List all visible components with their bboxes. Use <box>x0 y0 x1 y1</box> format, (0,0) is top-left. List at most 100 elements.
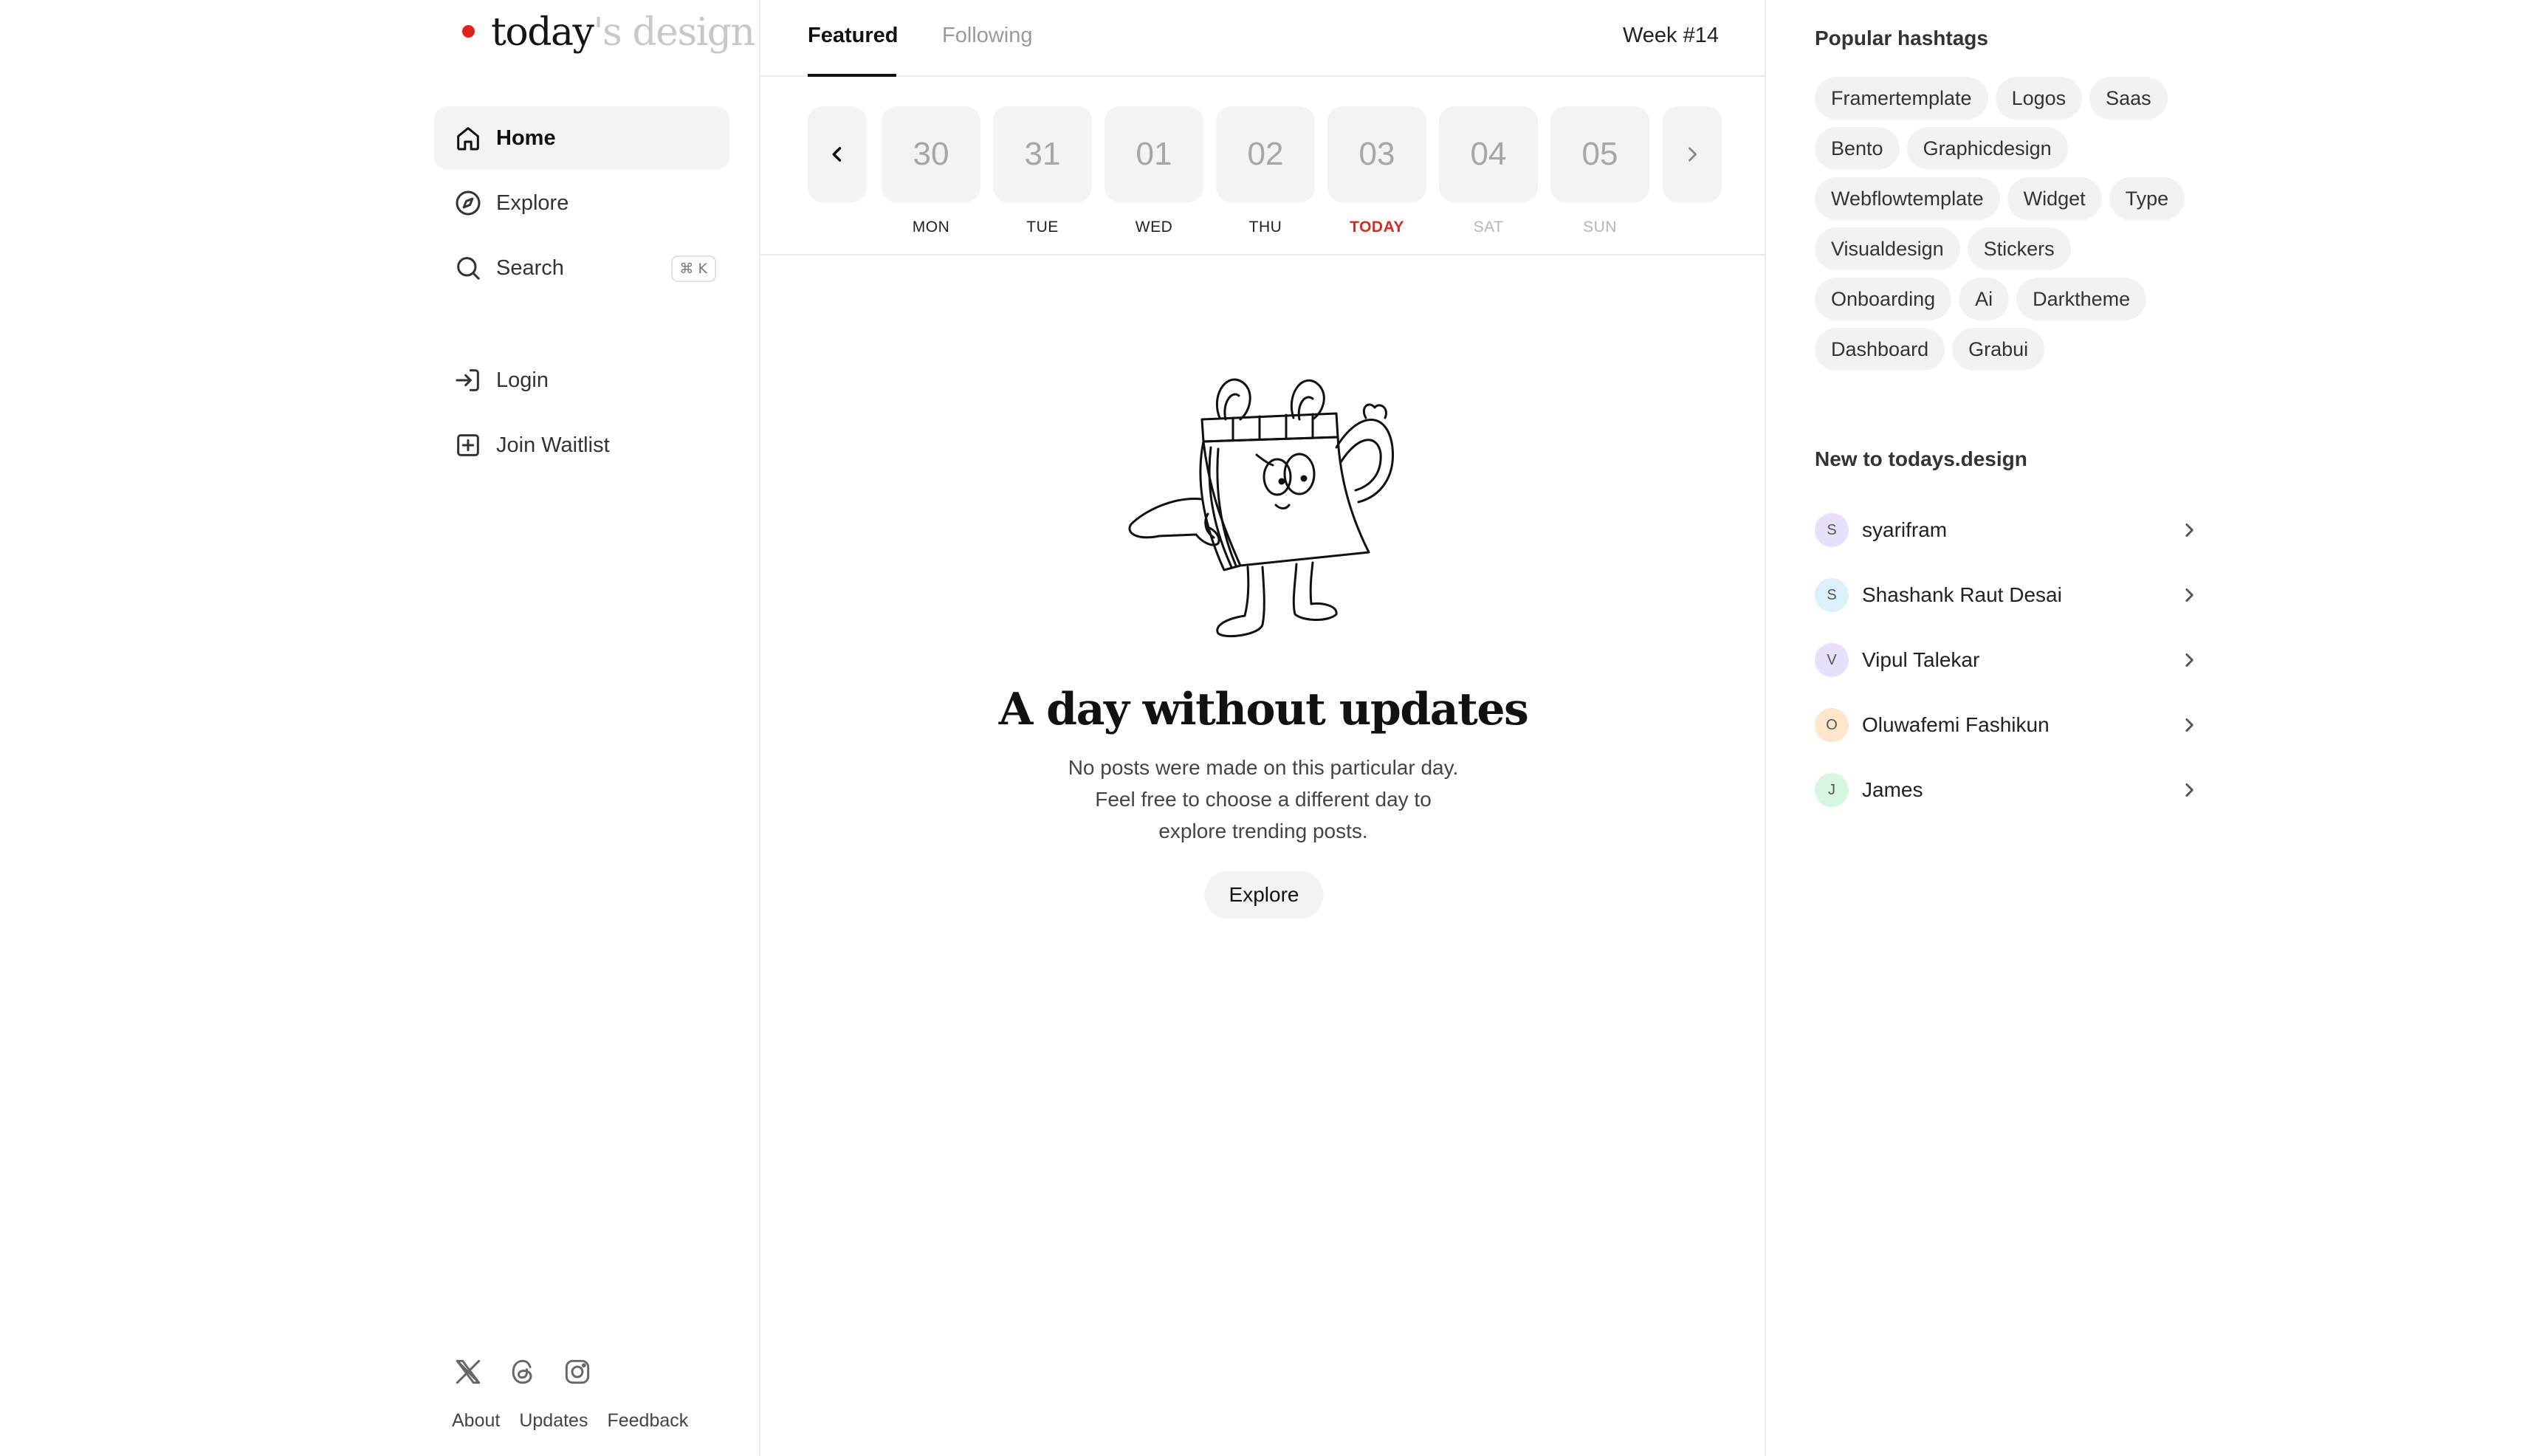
avatar: V <box>1815 643 1849 677</box>
day-label: SAT <box>1473 219 1504 236</box>
empty-state-line-3: explore trending posts. <box>1158 820 1368 842</box>
nav-home-label: Home <box>496 126 556 150</box>
calendar-character-illustration <box>1128 378 1395 638</box>
instagram-icon[interactable] <box>561 1356 594 1388</box>
search-shortcut-badge: ⌘ K <box>670 255 716 282</box>
footer-link-feedback[interactable]: Feedback <box>607 1410 688 1432</box>
user-name: James <box>1862 778 1923 801</box>
hashtag-chip[interactable]: Dashboard <box>1815 328 1945 371</box>
day-number: 02 <box>1216 106 1315 202</box>
plus-square-icon <box>453 430 483 460</box>
empty-state-title: A day without updates <box>998 684 1529 735</box>
day-label: MON <box>912 219 950 236</box>
day-number: 03 <box>1327 106 1426 202</box>
day-label: SUN <box>1583 219 1617 236</box>
nav-explore-label: Explore <box>496 190 569 215</box>
tab-following[interactable]: Following <box>942 24 1033 48</box>
chevron-right-icon <box>2179 521 2199 540</box>
hashtag-chip[interactable]: Ai <box>1959 278 2010 320</box>
logo-dot-icon <box>462 25 475 38</box>
chevron-right-icon <box>2179 650 2199 670</box>
hashtag-chip[interactable]: Grabui <box>1952 328 2045 371</box>
new-user-item[interactable]: O Oluwafemi Fashikun <box>1815 703 2199 747</box>
day-item[interactable]: 30 MON <box>882 106 980 236</box>
day-number: 01 <box>1105 106 1203 202</box>
hashtag-chip[interactable]: Darktheme <box>2016 278 2147 320</box>
x-icon[interactable] <box>452 1356 484 1388</box>
nav-join-waitlist[interactable]: Join Waitlist <box>434 413 729 477</box>
nav-explore[interactable]: Explore <box>434 171 729 235</box>
day-item[interactable]: 01 WED <box>1105 106 1203 236</box>
popular-hashtags-title: Popular hashtags <box>1815 27 1988 49</box>
nav-search-label: Search <box>496 255 564 280</box>
day-item[interactable]: 05 SUN <box>1550 106 1649 236</box>
chevron-right-icon <box>1682 144 1703 165</box>
footer-link-about[interactable]: About <box>452 1410 500 1432</box>
chevron-right-icon <box>2179 715 2199 735</box>
feed-tabs: Featured Following Week #14 <box>760 0 1766 77</box>
new-user-item[interactable]: S Shashank Raut Desai <box>1815 573 2199 617</box>
tab-featured[interactable]: Featured <box>808 24 898 48</box>
day-label: WED <box>1135 219 1173 236</box>
hashtag-chip[interactable]: Onboarding <box>1815 278 1952 320</box>
day-item[interactable]: 02 THU <box>1216 106 1315 236</box>
day-number: 30 <box>882 106 980 202</box>
main-column: Featured Following Week #14 30 MON 31 TU… <box>760 0 1766 1456</box>
day-number: 31 <box>993 106 1092 202</box>
nav-home[interactable]: Home <box>434 106 729 170</box>
chevron-left-icon <box>827 144 848 165</box>
nav-login-label: Login <box>496 368 549 392</box>
user-name: Shashank Raut Desai <box>1862 583 2062 606</box>
empty-state-message: No posts were made on this particular da… <box>1042 752 1485 847</box>
avatar: S <box>1815 578 1849 612</box>
avatar: O <box>1815 708 1849 742</box>
compass-icon <box>453 188 483 218</box>
threads-icon[interactable] <box>506 1356 539 1388</box>
social-links <box>452 1356 594 1388</box>
hashtag-chip[interactable]: Type <box>2109 177 2185 220</box>
hashtag-chip[interactable]: Bento <box>1815 127 1900 170</box>
explore-button[interactable]: Explore <box>1204 871 1324 918</box>
search-icon <box>453 253 483 283</box>
hashtag-chip[interactable]: Framertemplate <box>1815 77 1988 120</box>
site-logo[interactable]: today 's design <box>462 10 755 55</box>
day-item[interactable]: 31 TUE <box>993 106 1092 236</box>
hashtag-list: Framertemplate Logos Saas Bento Graphicd… <box>1815 77 2213 371</box>
day-number: 05 <box>1550 106 1649 202</box>
hashtag-chip[interactable]: Saas <box>2089 77 2168 120</box>
next-week-button[interactable] <box>1663 106 1722 202</box>
day-item[interactable]: 04 SAT <box>1439 106 1538 236</box>
new-user-item[interactable]: V Vipul Talekar <box>1815 638 2199 682</box>
hashtag-chip[interactable]: Visualdesign <box>1815 227 1960 270</box>
nav-search[interactable]: Search ⌘ K <box>434 236 729 300</box>
logo-text-design: 's design <box>593 10 755 55</box>
prev-week-button[interactable] <box>808 106 867 202</box>
home-icon <box>453 123 483 153</box>
day-label-today: TODAY <box>1350 219 1404 236</box>
avatar: S <box>1815 513 1849 547</box>
new-users-title: New to todays.design <box>1815 447 2027 470</box>
footer-link-updates[interactable]: Updates <box>519 1410 588 1432</box>
day-label: TUE <box>1026 219 1059 236</box>
user-name: syarifram <box>1862 518 1948 541</box>
hashtag-chip[interactable]: Logos <box>1995 77 2083 120</box>
hashtag-chip[interactable]: Stickers <box>1967 227 2071 270</box>
new-user-item[interactable]: S syarifram <box>1815 508 2199 552</box>
login-icon <box>453 365 483 395</box>
user-name: Oluwafemi Fashikun <box>1862 713 2050 736</box>
hashtag-chip[interactable]: Graphicdesign <box>1906 127 2068 170</box>
empty-state-line-1: No posts were made on this particular da… <box>1068 756 1459 779</box>
new-user-item[interactable]: J James <box>1815 768 2199 812</box>
empty-state-line-2: Feel free to choose a different day to <box>1095 788 1432 811</box>
day-item-today[interactable]: 03 TODAY <box>1327 106 1426 236</box>
week-indicator: Week #14 <box>1622 24 1719 47</box>
hashtag-chip[interactable]: Webflowtemplate <box>1815 177 2000 220</box>
avatar: J <box>1815 773 1849 807</box>
footer-links: About Updates Feedback <box>452 1410 688 1432</box>
right-sidebar: Popular hashtags Framertemplate Logos Sa… <box>1766 0 2525 1456</box>
nav-login[interactable]: Login <box>434 348 729 412</box>
day-label: THU <box>1248 219 1282 236</box>
logo-text-today: today <box>491 10 594 55</box>
user-name: Vipul Talekar <box>1862 648 1980 671</box>
hashtag-chip[interactable]: Widget <box>2007 177 2102 220</box>
